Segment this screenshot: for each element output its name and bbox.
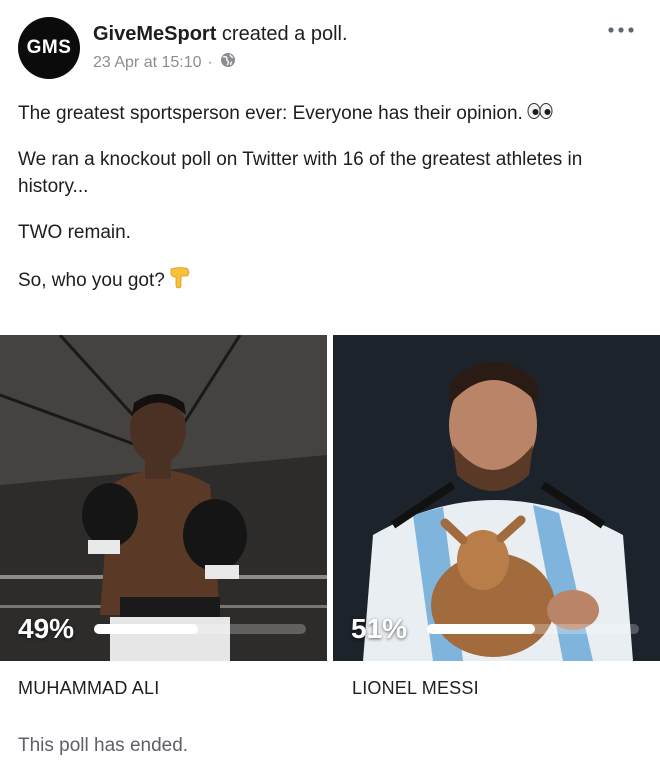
more-options-icon[interactable] — [606, 20, 636, 40]
caption-line: The greatest sportsperson ever: Everyone… — [18, 100, 642, 127]
option-label-ali[interactable]: MUHAMMAD ALI — [18, 678, 159, 699]
timestamp[interactable]: 23 Apr at 15:10 — [93, 54, 202, 72]
poll: 49% 51% — [0, 335, 660, 661]
progress-track — [94, 624, 306, 634]
post-header: GMS GiveMeSport created a poll. 23 Apr a… — [18, 14, 642, 79]
caption-text-2: We ran a knockout poll on Twitter with 1… — [18, 149, 583, 198]
option-label-messi[interactable]: LIONEL MESSI — [352, 678, 479, 699]
percent-label: 51% — [351, 613, 408, 644]
author-line: GiveMeSport created a poll. — [93, 23, 348, 46]
poll-option-messi[interactable]: 51% — [333, 335, 660, 661]
percent-label: 49% — [18, 613, 75, 644]
caption-line: So, who you got? — [18, 265, 642, 297]
eyes-emoji — [527, 100, 553, 127]
caption-text-4: So, who you got? — [18, 270, 165, 292]
poll-labels: MUHAMMAD ALI LIONEL MESSI — [0, 678, 660, 706]
avatar[interactable]: GMS — [18, 17, 80, 79]
poll-result-ali: 49% — [0, 611, 327, 647]
caption-text-1: The greatest sportsperson ever: Everyone… — [18, 103, 523, 124]
post-caption: The greatest sportsperson ever: Everyone… — [18, 100, 642, 316]
author-name[interactable]: GiveMeSport — [93, 23, 216, 45]
post-action: created a poll. — [216, 23, 348, 45]
post-meta: 23 Apr at 15:10 · — [93, 52, 236, 73]
progress-fill — [94, 624, 198, 634]
poll-result-messi: 51% — [333, 611, 660, 647]
poll-option-ali[interactable]: 49% — [0, 335, 327, 661]
poll-status: This poll has ended. — [18, 735, 189, 756]
pointing-down-emoji — [169, 265, 191, 297]
globe-icon — [220, 52, 236, 73]
progress-fill — [427, 624, 536, 634]
progress-track — [427, 624, 639, 634]
caption-text-3: TWO remain. — [18, 222, 131, 244]
meta-separator: · — [207, 53, 213, 71]
